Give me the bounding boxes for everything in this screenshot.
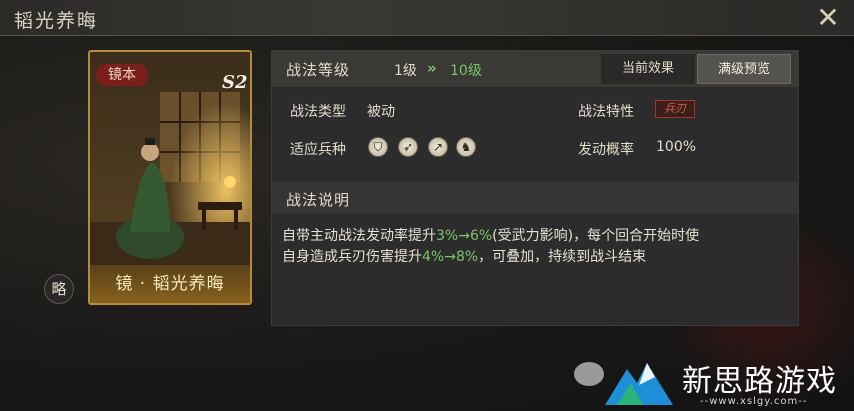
skill-detail-panel: 战法等级 1级 » 10级 当前效果 满级预览 战法类型 被动 战法特性 兵刃 … bbox=[271, 50, 799, 326]
skill-card: 镜本 S2 镜 · 韬光养晦 bbox=[88, 50, 252, 305]
description-line-1: 自带主动战法发动率提升3%→6%(受武力影响)，每个回合开始时使 bbox=[282, 228, 700, 244]
horse-troop-icon: ♞ bbox=[456, 137, 476, 157]
watermark-url: --www.xslgy.com-- bbox=[700, 396, 808, 407]
short-badge[interactable]: 略 bbox=[44, 274, 74, 304]
wechat-icon bbox=[574, 362, 604, 386]
description-text: 自带主动战法发动率提升3%→6%(受武力影响)，每个回合开始时使 自身造成兵刃伤… bbox=[282, 226, 792, 268]
card-tag: 镜本 bbox=[96, 64, 148, 86]
rate-value: 100% bbox=[656, 139, 697, 155]
spear-troop-icon: ↗ bbox=[428, 137, 448, 157]
description-title: 战法说明 bbox=[286, 191, 351, 209]
close-icon[interactable]: ✕ bbox=[814, 4, 842, 32]
highlight-value: 4%→8% bbox=[422, 249, 479, 265]
troops-label: 适应兵种 bbox=[290, 142, 346, 158]
watermark-text: 新思路游戏 bbox=[682, 364, 837, 399]
description-line-2: 自身造成兵刃伤害提升4%→8%，可叠加，持续到战斗结束 bbox=[282, 249, 647, 265]
tab-max-preview[interactable]: 满级预览 bbox=[697, 54, 791, 84]
card-grade: S2 bbox=[222, 72, 248, 93]
rate-label: 发动概率 bbox=[578, 142, 634, 158]
trait-label: 战法特性 bbox=[578, 104, 634, 120]
watermark-logo-icon bbox=[605, 363, 673, 405]
level-header: 战法等级 1级 » 10级 当前效果 满级预览 bbox=[272, 51, 798, 87]
card-name: 镜 · 韬光养晦 bbox=[90, 265, 250, 303]
bow-troop-icon: ➶ bbox=[398, 137, 418, 157]
level-label: 战法等级 bbox=[286, 61, 351, 79]
level-from: 1级 bbox=[394, 63, 417, 79]
type-value: 被动 bbox=[367, 104, 395, 120]
type-label: 战法类型 bbox=[290, 104, 346, 120]
level-arrow-icon: » bbox=[427, 59, 437, 77]
window-title: 韬光养晦 bbox=[14, 10, 99, 32]
shield-troop-icon: ⛉ bbox=[368, 137, 388, 157]
level-to: 10级 bbox=[450, 63, 482, 79]
highlight-value: 3%→6% bbox=[436, 228, 493, 244]
description-header: 战法说明 bbox=[272, 182, 798, 214]
title-bar: 韬光养晦 ✕ bbox=[0, 0, 854, 36]
tab-current-effect[interactable]: 当前效果 bbox=[601, 54, 695, 84]
trait-chip: 兵刃 bbox=[655, 100, 695, 118]
